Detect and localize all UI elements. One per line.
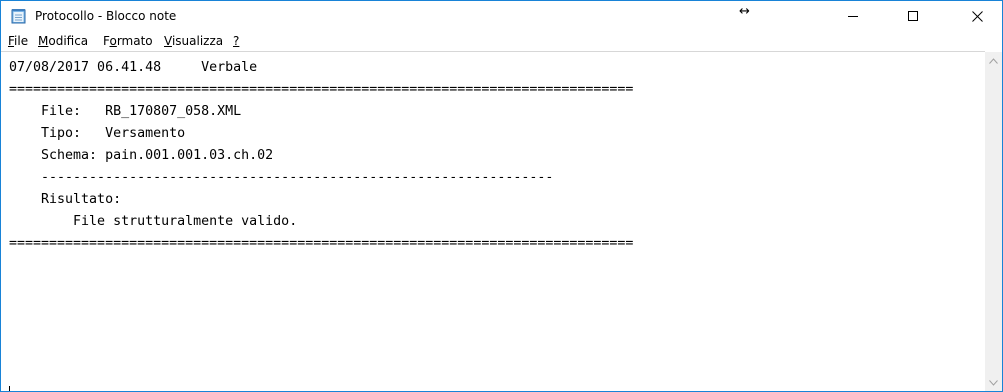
menu-bar: File Modifica Formato Visualizza ? (1, 31, 1002, 51)
menu-formato[interactable]: Formato (103, 34, 153, 48)
text-caret (9, 386, 10, 391)
notepad-window: Protocollo - Blocco note ↔ File Modifica… (0, 0, 1003, 392)
title-bar[interactable]: Protocollo - Blocco note ↔ (1, 1, 1002, 31)
chevron-down-icon (989, 379, 998, 386)
text-line: ========================================… (9, 236, 634, 251)
text-line: Schema: pain.001.001.03.ch.02 (9, 148, 274, 163)
text-line: File strutturalmente valido. (9, 214, 298, 229)
text-line: Tipo: Versamento (9, 126, 186, 141)
notepad-icon[interactable] (11, 8, 26, 24)
text-editor[interactable]: 07/08/2017 06.41.48 Verbale ============… (1, 51, 985, 391)
close-icon (971, 10, 983, 22)
scroll-up-button[interactable] (985, 52, 1002, 69)
text-line: File: RB_170807_058.XML (9, 104, 242, 119)
scroll-down-button[interactable] (985, 374, 1002, 391)
minimize-icon (848, 16, 858, 17)
text-line: ========================================… (9, 82, 634, 97)
text-line: 07/08/2017 06.41.48 Verbale (9, 60, 258, 75)
menu-file[interactable]: File (8, 34, 28, 48)
menu-modifica[interactable]: Modifica (38, 34, 88, 48)
document-text[interactable]: 07/08/2017 06.41.48 Verbale ============… (9, 57, 633, 255)
close-button[interactable] (954, 1, 1000, 31)
resize-arrow-icon: ↔ (739, 4, 750, 19)
menu-visualizza[interactable]: Visualizza (164, 34, 223, 48)
text-line: ----------------------------------------… (9, 170, 554, 185)
vertical-scrollbar[interactable] (985, 52, 1002, 391)
window-title: Protocollo - Blocco note (35, 9, 177, 23)
minimize-button[interactable] (830, 1, 876, 31)
maximize-icon (908, 11, 918, 21)
text-line: Risultato: (9, 192, 122, 207)
chevron-up-icon (989, 57, 998, 64)
maximize-button[interactable] (890, 1, 936, 31)
menu-help[interactable]: ? (233, 34, 239, 48)
